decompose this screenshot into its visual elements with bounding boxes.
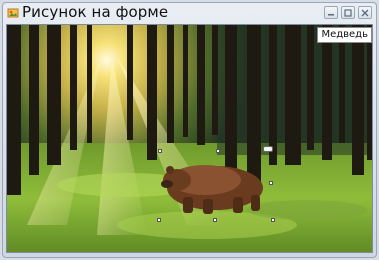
maximize-icon (344, 8, 352, 17)
app-window: Рисунок на форме Медведь (2, 2, 377, 258)
title-bar[interactable]: Рисунок на форме (3, 3, 376, 22)
selection-handle[interactable] (216, 149, 220, 153)
selection-handle[interactable] (271, 218, 275, 222)
window-controls (324, 6, 372, 19)
maximize-button[interactable] (341, 6, 355, 19)
close-button[interactable] (358, 6, 372, 19)
selection-handle[interactable] (263, 146, 273, 152)
selection-handle[interactable] (213, 218, 217, 222)
selection-handle[interactable] (269, 181, 273, 185)
picture-box[interactable]: Медведь (6, 24, 373, 253)
selection-handle[interactable] (157, 218, 161, 222)
forest-background (7, 25, 372, 252)
close-icon (361, 9, 369, 16)
picture-icon (7, 7, 19, 19)
minimize-button[interactable] (324, 6, 338, 19)
bear-label: Медведь (317, 27, 372, 43)
minimize-icon (328, 13, 334, 15)
window-title: Рисунок на форме (22, 3, 169, 21)
selection-handle[interactable] (158, 149, 162, 153)
